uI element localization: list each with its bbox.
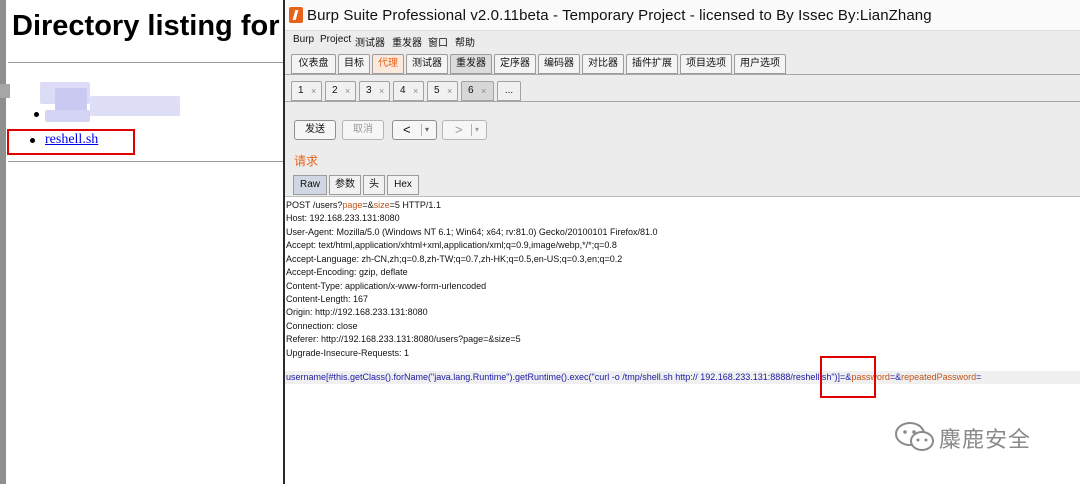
repeater-tab-label: 4 [400,85,406,96]
close-icon[interactable]: × [379,82,384,100]
send-button[interactable]: 发送 [294,120,336,140]
tab-repeater[interactable]: 重发器 [450,54,492,74]
close-icon[interactable]: × [345,82,350,100]
repeater-tab-2[interactable]: 2 × [325,81,356,101]
menu-window[interactable]: 窗口 [428,34,448,49]
highlight-box [820,356,876,398]
param-name: repeatedPassword [901,372,977,382]
header-line: Origin: http://192.168.233.131:8080 [286,307,428,317]
tab-extender[interactable]: 插件扩展 [626,54,678,74]
menu-project[interactable]: Project [320,34,351,45]
header-line: Connection: close [286,321,358,331]
request-body-line: username[#this.getClass().forName("java.… [285,371,1080,384]
repeater-tab-label: 2 [332,85,338,96]
tab-user-options[interactable]: 用户选项 [734,54,786,74]
window-title: Burp Suite Professional v2.0.11beta - Te… [307,7,932,24]
header-line: Content-Length: 167 [286,294,369,304]
repeater-tab-label: 3 [366,85,372,96]
divider [8,161,283,162]
tab-sequencer[interactable]: 定序器 [494,54,536,74]
tab-hex[interactable]: Hex [387,175,419,195]
redacted-area [90,96,180,116]
tab-intruder[interactable]: 测试器 [406,54,448,74]
request-method-path: POST /users? [286,200,343,210]
header-line: Upgrade-Insecure-Requests: 1 [286,348,410,358]
button-separator [471,124,472,136]
param-name: page [342,200,363,210]
scroll-handle[interactable] [0,84,10,98]
menu-help[interactable]: 帮助 [455,34,475,49]
tab-headers[interactable]: 头 [363,175,385,195]
close-icon[interactable]: × [311,82,316,100]
cancel-button: 取消 [342,120,384,140]
close-icon[interactable]: × [413,82,418,100]
repeater-tab-6[interactable]: 6 × [461,81,494,101]
repeater-tab-5[interactable]: 5 × [427,81,458,101]
burp-window: Burp Suite Professional v2.0.11beta - Te… [285,0,1080,484]
title-bar: Burp Suite Professional v2.0.11beta - Te… [285,0,1080,31]
divider [8,62,283,63]
tab-proxy[interactable]: 代理 [372,54,404,74]
body-payload: username[#this.getClass().forName("java.… [286,372,793,382]
header-line: Referer: http://192.168.233.131:8080/use… [286,334,521,344]
repeater-tab-label: ... [504,85,514,96]
repeater-tab-label: 1 [298,85,304,96]
highlight-box [7,129,135,155]
request-label: 请求 [294,154,319,168]
header-line: Accept: text/html,application/xhtml+xml,… [286,240,617,250]
page-title: Directory listing for [12,10,280,42]
dropdown-arrow-icon: ▾ [475,125,480,134]
body-text: =& [889,372,902,382]
header-line: User-Agent: Mozilla/5.0 (Windows NT 6.1;… [286,227,658,237]
wechat-icon [895,422,934,451]
header-line: Content-Type: application/x-www-form-url… [286,281,487,291]
window-edge [0,0,6,484]
redacted-area [45,110,90,122]
tab-decoder[interactable]: 编码器 [538,54,580,74]
browser-pane: Directory listing for reshell.sh [0,0,283,484]
tab-project-options[interactable]: 项目选项 [680,54,732,74]
repeater-tab-3[interactable]: 3 × [359,81,390,101]
menu-repeater[interactable]: 重发器 [392,34,422,49]
body-text: = [976,372,982,382]
list-bullet [34,112,39,117]
menu-burp[interactable]: Burp [293,34,314,45]
close-icon[interactable]: × [447,82,452,100]
forward-button: > ▾ [442,120,487,140]
dropdown-arrow-icon[interactable]: ▾ [425,121,429,139]
repeater-tab-4[interactable]: 4 × [393,81,424,101]
tab-target[interactable]: 目标 [338,54,370,74]
close-icon[interactable]: × [481,82,486,100]
repeater-tab-new[interactable]: ... [497,81,521,101]
chevron-left-icon: < [403,122,411,137]
chevron-right-icon: > [455,122,463,137]
header-line: Host: 192.168.233.131:8080 [286,213,400,223]
back-button[interactable]: < ▾ [392,120,437,140]
tab-comparer[interactable]: 对比器 [582,54,624,74]
menu-intruder[interactable]: 测试器 [355,34,385,49]
repeater-tab-label: 6 [468,85,474,96]
repeater-tab-label: 5 [434,85,440,96]
header-line: Accept-Language: zh-CN,zh;q=0.8,zh-TW;q=… [286,254,623,264]
tab-dashboard[interactable]: 仪表盘 [291,54,336,74]
menu-bar: Burp Project 测试器 重发器 窗口 帮助 [285,31,1080,51]
watermark-text: 麋鹿安全 [939,427,1032,452]
tab-params[interactable]: 参数 [329,175,361,195]
burp-logo-icon [289,7,303,23]
button-separator [421,124,422,136]
repeater-tab-1[interactable]: 1 × [291,81,322,101]
tab-raw[interactable]: Raw [293,175,327,195]
request-line: POST /users?page=&size=5 HTTP/1.1 [286,199,441,212]
request-text: =5 HTTP/1.1 [389,200,441,210]
header-line: Accept-Encoding: gzip, deflate [286,267,408,277]
param-name: size [373,200,390,210]
tabs-underline [285,74,1080,75]
request-body: username[#this.getClass().forName("java.… [286,371,981,384]
request-text: =& [362,200,374,210]
